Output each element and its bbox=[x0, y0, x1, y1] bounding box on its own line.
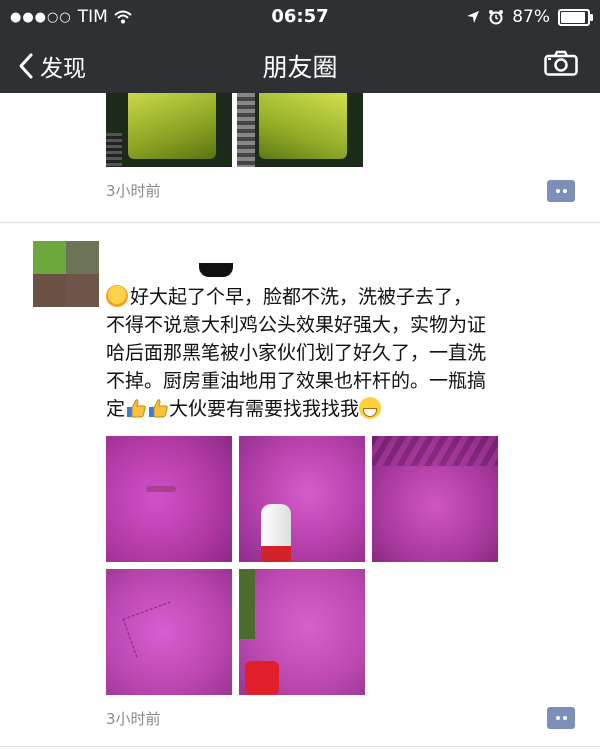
text-line-content: 大伙要有需要找我找我 bbox=[169, 398, 360, 420]
post-2-photo-4[interactable] bbox=[106, 569, 232, 695]
status-bar: ●●●○○ TIM 06:57 87% bbox=[0, 0, 600, 36]
post-2-photo-5[interactable] bbox=[239, 569, 365, 695]
navigation-bar: 发现 朋友圈 bbox=[0, 36, 600, 93]
battery-percent: 87% bbox=[512, 7, 550, 27]
post-1-comment-button[interactable] bbox=[547, 180, 575, 202]
comment-icon bbox=[555, 189, 560, 193]
battery-icon bbox=[558, 8, 593, 26]
post-2-timestamp: 3小时前 bbox=[106, 710, 161, 728]
avatar-block bbox=[66, 241, 99, 274]
camera-button[interactable] bbox=[544, 50, 578, 80]
text-line-content: 好大起了个早，脸都不洗，洗被子去了， bbox=[130, 286, 473, 308]
comment-dot bbox=[562, 189, 567, 193]
post-2-photo-1[interactable] bbox=[106, 436, 232, 562]
post-2-text: 好大起了个早，脸都不洗，洗被子去了， 不得不说意大利鸡公头效果好强大，实物为证 … bbox=[106, 283, 576, 423]
post-2-comment-button[interactable] bbox=[547, 707, 575, 729]
sun-emoji bbox=[106, 285, 128, 307]
grin-emoji bbox=[359, 397, 382, 419]
post-1-timestamp: 3小时前 bbox=[106, 182, 161, 200]
username-redacted bbox=[199, 263, 233, 277]
post-2-photo-2[interactable] bbox=[239, 436, 365, 562]
post-divider bbox=[0, 222, 600, 223]
text-line: 定 大伙要有需要找我找我 bbox=[106, 395, 576, 423]
avatar[interactable] bbox=[33, 241, 99, 307]
avatar-block bbox=[33, 241, 66, 274]
battery-fill bbox=[561, 11, 586, 23]
text-line: 不得不说意大利鸡公头效果好强大，实物为证 bbox=[106, 314, 487, 336]
avatar-block bbox=[33, 274, 66, 307]
post-1-photo-1[interactable] bbox=[106, 93, 232, 167]
post-divider bbox=[0, 746, 600, 747]
text-line: 不掉。厨房重油地用了效果也杆杆的。一瓶搞 bbox=[106, 370, 487, 392]
text-line: 哈后面那黑笔被小家伙们划了好久了，一直洗 bbox=[106, 342, 487, 364]
avatar-block bbox=[66, 274, 99, 307]
location-arrow-icon bbox=[467, 11, 480, 23]
alarm-icon bbox=[489, 10, 504, 25]
post-2-photo-3[interactable] bbox=[372, 436, 498, 562]
status-right: 87% bbox=[466, 7, 593, 27]
page-title: 朋友圈 bbox=[262, 53, 338, 82]
camera-icon bbox=[544, 50, 578, 76]
text-line-content: 定 bbox=[106, 398, 126, 420]
thumbs-up-emoji bbox=[149, 399, 168, 418]
thumbs-up-emoji bbox=[127, 399, 146, 418]
comment-icon bbox=[555, 716, 560, 720]
post-1-photo-2[interactable] bbox=[237, 93, 363, 167]
comment-dot bbox=[562, 716, 567, 720]
text-line: 好大起了个早，脸都不洗，洗被子去了， bbox=[106, 283, 576, 311]
